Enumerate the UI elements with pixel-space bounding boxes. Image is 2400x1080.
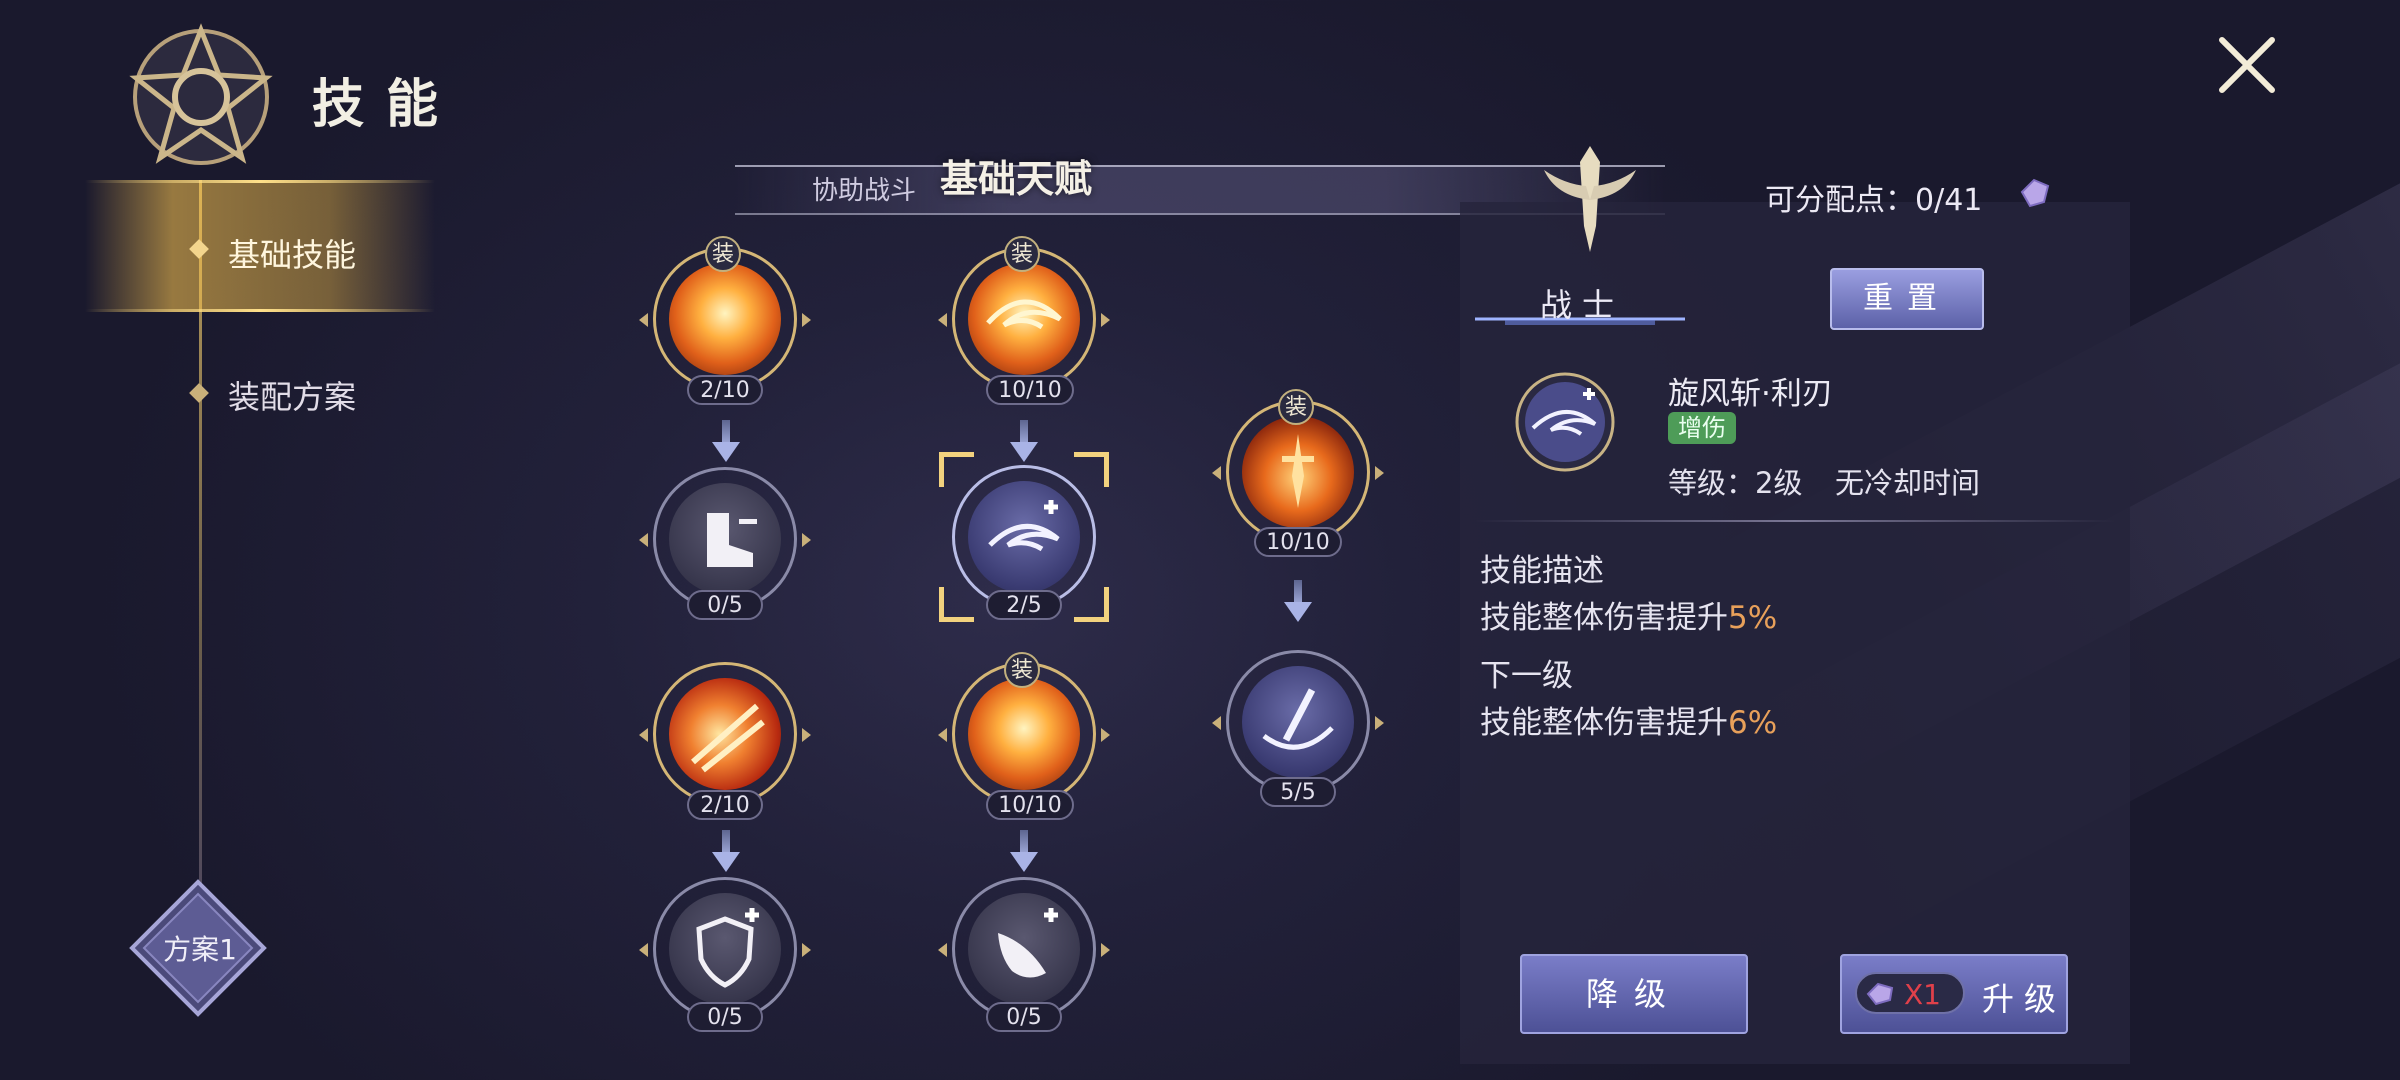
skill-name: 旋风斩·利刃	[1668, 376, 1833, 412]
crystal-icon	[2020, 178, 2050, 208]
equipped-badge: 装	[1004, 236, 1040, 272]
skill-node[interactable]	[938, 247, 1110, 391]
next-value: 6%	[1728, 705, 1778, 741]
equipped-badge: 装	[1004, 652, 1040, 688]
skill-node[interactable]	[1212, 400, 1384, 544]
plan-label: 方案1	[163, 933, 237, 966]
skill-node[interactable]	[639, 467, 811, 611]
next-level-title: 下一级	[1480, 658, 1573, 694]
desc-text: 技能整体伤害提升5%	[1480, 600, 1778, 636]
explosion-icon	[968, 678, 1080, 790]
desc-value: 5%	[1728, 600, 1778, 636]
warrior-emblem-icon	[1544, 146, 1636, 252]
page-title: 技能	[312, 75, 461, 135]
assist-combat-label[interactable]: 协助战斗	[812, 170, 916, 207]
skill-tag: 增伤	[1668, 412, 1736, 444]
shield-plus-icon	[669, 893, 781, 1005]
equipped-badge: 装	[705, 236, 741, 272]
boot-minus-icon	[669, 483, 781, 595]
fire-slash-icon	[669, 678, 781, 790]
nav-item-basic-skills[interactable]: 基础技能	[228, 230, 356, 276]
skill-node[interactable]	[639, 662, 811, 806]
skill-level: 2/10	[687, 375, 763, 405]
skill-level: 0/5	[687, 590, 763, 620]
fire-swirl-icon	[669, 263, 781, 375]
skill-level: 10/10	[986, 790, 1074, 820]
downgrade-button[interactable]: 降级	[1520, 954, 1748, 1034]
skill-node[interactable]	[639, 877, 811, 1021]
tree-arrow	[1284, 580, 1312, 622]
tree-arrow	[712, 420, 740, 462]
next-level-text: 技能整体伤害提升6%	[1480, 705, 1778, 741]
tree-arrow	[712, 830, 740, 872]
tree-arrow	[1010, 830, 1038, 872]
upgrade-cost: X1	[1904, 978, 1941, 1011]
flame-sword-icon	[1242, 416, 1354, 528]
nav-diamond-icon	[189, 383, 209, 403]
flame-plus-icon	[968, 893, 1080, 1005]
whirlwind-plus-icon	[968, 481, 1080, 593]
skill-level: 10/10	[986, 375, 1074, 405]
upgrade-label: 升级	[1982, 980, 2067, 1018]
skill-emblem-icon	[129, 23, 273, 165]
skill-level: 10/10	[1254, 527, 1342, 557]
skill-node[interactable]	[938, 877, 1110, 1021]
skill-node-selected[interactable]	[952, 465, 1096, 609]
class-tab-warrior[interactable]: 战士	[1540, 280, 1624, 326]
reset-button[interactable]: 重置	[1830, 268, 1984, 330]
close-icon[interactable]	[2212, 30, 2282, 100]
skill-level-text: 等级：2级	[1668, 466, 1803, 500]
equipped-badge: 装	[1278, 389, 1314, 425]
skill-level: 5/5	[1260, 777, 1336, 807]
skill-node[interactable]	[639, 247, 811, 391]
skill-level: 2/10	[687, 790, 763, 820]
skill-cooldown-text: 无冷却时间	[1835, 466, 1981, 500]
detail-divider	[1475, 520, 2115, 522]
whirlwind-fire-icon	[968, 263, 1080, 375]
desc-title: 技能描述	[1480, 553, 1604, 589]
available-points: 可分配点：0/41	[1765, 183, 1983, 218]
skill-node[interactable]	[1212, 650, 1384, 794]
nav-item-loadouts[interactable]: 装配方案	[228, 372, 356, 418]
skill-node[interactable]	[938, 662, 1110, 806]
skill-level: 0/5	[687, 1002, 763, 1032]
basic-talent-title: 基础天赋	[940, 157, 1093, 201]
selected-skill-icon	[1515, 372, 1615, 472]
crystal-icon	[1866, 982, 1894, 1006]
sword-slash-icon	[1242, 666, 1354, 778]
skill-level: 0/5	[986, 1002, 1062, 1032]
skill-level: 2/5	[986, 590, 1062, 620]
